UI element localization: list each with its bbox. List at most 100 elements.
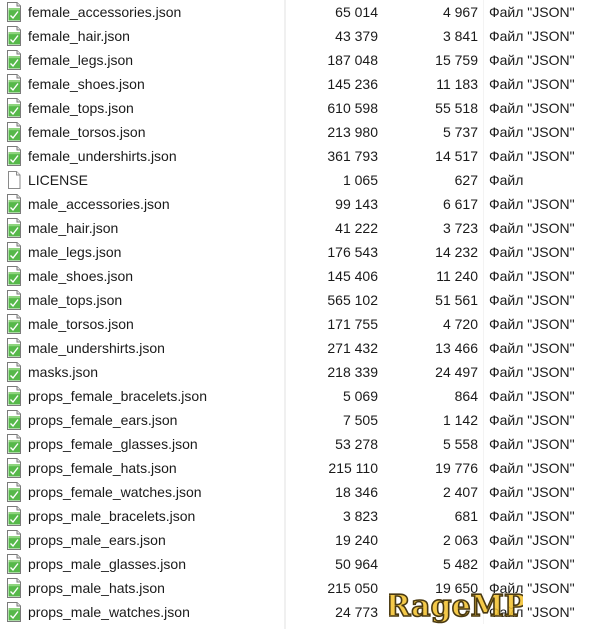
file-name-cell[interactable]: male_hair.json: [0, 216, 284, 240]
file-name[interactable]: female_torsos.json: [28, 123, 146, 141]
file-row[interactable]: female_tops.json 610 598 55 518 Файл "JSON": [0, 96, 592, 120]
file-row[interactable]: props_female_ears.json 7 505 1 142 Файл "JS…: [0, 408, 592, 432]
file-name-cell[interactable]: male_tops.json: [0, 288, 284, 312]
file-row[interactable]: male_shoes.json 145 406 11 240 Файл "JSON": [0, 264, 592, 288]
file-name[interactable]: female_tops.json: [28, 99, 134, 117]
file-name-cell[interactable]: props_female_glasses.json: [0, 432, 284, 456]
file-name-cell[interactable]: female_torsos.json: [0, 120, 284, 144]
file-name[interactable]: male_tops.json: [28, 291, 122, 309]
file-name[interactable]: female_undershirts.json: [28, 147, 177, 165]
json-file-icon: [7, 98, 21, 118]
file-row[interactable]: male_accessories.json 99 143 6 617 Файл "JS…: [0, 192, 592, 216]
file-name-cell[interactable]: masks.json: [0, 360, 284, 384]
file-size: 50 964: [335, 556, 378, 572]
file-name[interactable]: props_male_glasses.json: [28, 555, 186, 573]
file-size: 218 339: [327, 364, 378, 380]
file-row[interactable]: female_accessories.json 65 014 4 967 Файл "…: [0, 0, 592, 24]
file-name-cell[interactable]: props_male_watches.json: [0, 600, 284, 624]
file-size: 1 065: [342, 172, 378, 188]
file-name[interactable]: props_male_ears.json: [28, 531, 166, 549]
file-name-cell[interactable]: props_male_ears.json: [0, 528, 284, 552]
file-name-cell[interactable]: male_undershirts.json: [0, 336, 284, 360]
file-row[interactable]: female_shoes.json 145 236 11 183 Файл "JSON…: [0, 72, 592, 96]
file-name-cell[interactable]: male_accessories.json: [0, 192, 284, 216]
file-row[interactable]: male_torsos.json 171 755 4 720 Файл "JSON": [0, 312, 592, 336]
file-row[interactable]: props_male_ears.json 19 240 2 063 Файл "JSO…: [0, 528, 592, 552]
file-row[interactable]: props_female_glasses.json 53 278 5 558 Файл…: [0, 432, 592, 456]
file-name-cell[interactable]: female_hair.json: [0, 24, 284, 48]
file-size: 19 240: [335, 532, 378, 548]
file-name[interactable]: male_torsos.json: [28, 315, 134, 333]
file-name[interactable]: male_legs.json: [28, 243, 121, 261]
json-file-icon: [5, 578, 23, 598]
file-name[interactable]: female_accessories.json: [28, 3, 181, 21]
file-name[interactable]: male_accessories.json: [28, 195, 170, 213]
file-name-cell[interactable]: props_female_hats.json: [0, 456, 284, 480]
file-row[interactable]: female_undershirts.json 361 793 14 517 Файл…: [0, 144, 592, 168]
file-size: 610 598: [327, 100, 378, 116]
file-name[interactable]: props_female_hats.json: [28, 459, 177, 477]
file-name-cell[interactable]: female_shoes.json: [0, 72, 284, 96]
json-file-icon: [7, 242, 21, 262]
column-divider[interactable]: [284, 0, 286, 629]
file-name[interactable]: props_female_ears.json: [28, 411, 177, 429]
file-name-cell[interactable]: female_tops.json: [0, 96, 284, 120]
file-row[interactable]: male_legs.json 176 543 14 232 Файл "JSON": [0, 240, 592, 264]
file-name[interactable]: male_shoes.json: [28, 267, 133, 285]
file-name[interactable]: props_male_watches.json: [28, 603, 190, 621]
file-name-cell[interactable]: LICENSE: [0, 168, 284, 192]
json-file-icon: [5, 386, 23, 406]
file-name[interactable]: props_female_bracelets.json: [28, 387, 207, 405]
file-name[interactable]: props_male_bracelets.json: [28, 507, 195, 525]
file-name[interactable]: masks.json: [28, 363, 98, 381]
file-name-cell[interactable]: male_legs.json: [0, 240, 284, 264]
file-name-cell[interactable]: male_torsos.json: [0, 312, 284, 336]
file-name-cell[interactable]: props_male_glasses.json: [0, 552, 284, 576]
file-row[interactable]: male_tops.json 565 102 51 561 Файл "JSON": [0, 288, 592, 312]
file-name-cell[interactable]: props_female_watches.json: [0, 480, 284, 504]
file-size: 18 346: [335, 484, 378, 500]
file-row[interactable]: props_male_glasses.json 50 964 5 482 Файл "…: [0, 552, 592, 576]
file-name-cell[interactable]: male_shoes.json: [0, 264, 284, 288]
json-file-icon: [7, 266, 21, 286]
file-row[interactable]: female_hair.json 43 379 3 841 Файл "JSON": [0, 24, 592, 48]
file-size: 53 278: [335, 436, 378, 452]
file-row[interactable]: props_female_watches.json 18 346 2 407 Файл…: [0, 480, 592, 504]
file-row[interactable]: LICENSE 1 065 627 Файл: [0, 168, 592, 192]
file-name-cell[interactable]: props_female_ears.json: [0, 408, 284, 432]
file-row[interactable]: props_female_hats.json 215 110 19 776 Файл …: [0, 456, 592, 480]
file-row[interactable]: male_hair.json 41 222 3 723 Файл "JSON": [0, 216, 592, 240]
column-separator: [483, 0, 484, 24]
json-file-icon: [7, 554, 21, 574]
column-separator: [483, 552, 484, 576]
file-name-cell[interactable]: props_male_bracelets.json: [0, 504, 284, 528]
file-name[interactable]: props_male_hats.json: [28, 579, 165, 597]
json-file-icon: [5, 74, 23, 94]
file-name[interactable]: female_shoes.json: [28, 75, 145, 93]
file-name-cell[interactable]: female_legs.json: [0, 48, 284, 72]
json-file-icon: [7, 386, 21, 406]
file-row[interactable]: female_legs.json 187 048 15 759 Файл "JSON": [0, 48, 592, 72]
file-name[interactable]: LICENSE: [28, 171, 88, 189]
file-name-cell[interactable]: props_male_hats.json: [0, 576, 284, 600]
file-row[interactable]: male_undershirts.json 271 432 13 466 Файл "…: [0, 336, 592, 360]
file-name-cell[interactable]: female_accessories.json: [0, 0, 284, 24]
file-name[interactable]: male_undershirts.json: [28, 339, 165, 357]
file-name[interactable]: props_female_glasses.json: [28, 435, 198, 453]
file-type: Файл "JSON": [489, 364, 575, 380]
json-file-icon: [5, 2, 23, 22]
json-file-icon: [7, 146, 21, 166]
file-name[interactable]: female_hair.json: [28, 27, 130, 45]
file-name[interactable]: male_hair.json: [28, 219, 118, 237]
column-separator: [483, 336, 484, 360]
file-name[interactable]: props_female_watches.json: [28, 483, 202, 501]
file-row[interactable]: female_torsos.json 213 980 5 737 Файл "JSON…: [0, 120, 592, 144]
file-row[interactable]: props_female_bracelets.json 5 069 864 Файл …: [0, 384, 592, 408]
file-name-cell[interactable]: female_undershirts.json: [0, 144, 284, 168]
file-row[interactable]: props_male_bracelets.json 3 823 681 Файл "J…: [0, 504, 592, 528]
file-row[interactable]: masks.json 218 339 24 497 Файл "JSON": [0, 360, 592, 384]
file-name[interactable]: female_legs.json: [28, 51, 133, 69]
json-file-icon: [5, 98, 23, 118]
file-name-cell[interactable]: props_female_bracelets.json: [0, 384, 284, 408]
json-file-icon: [7, 410, 21, 430]
